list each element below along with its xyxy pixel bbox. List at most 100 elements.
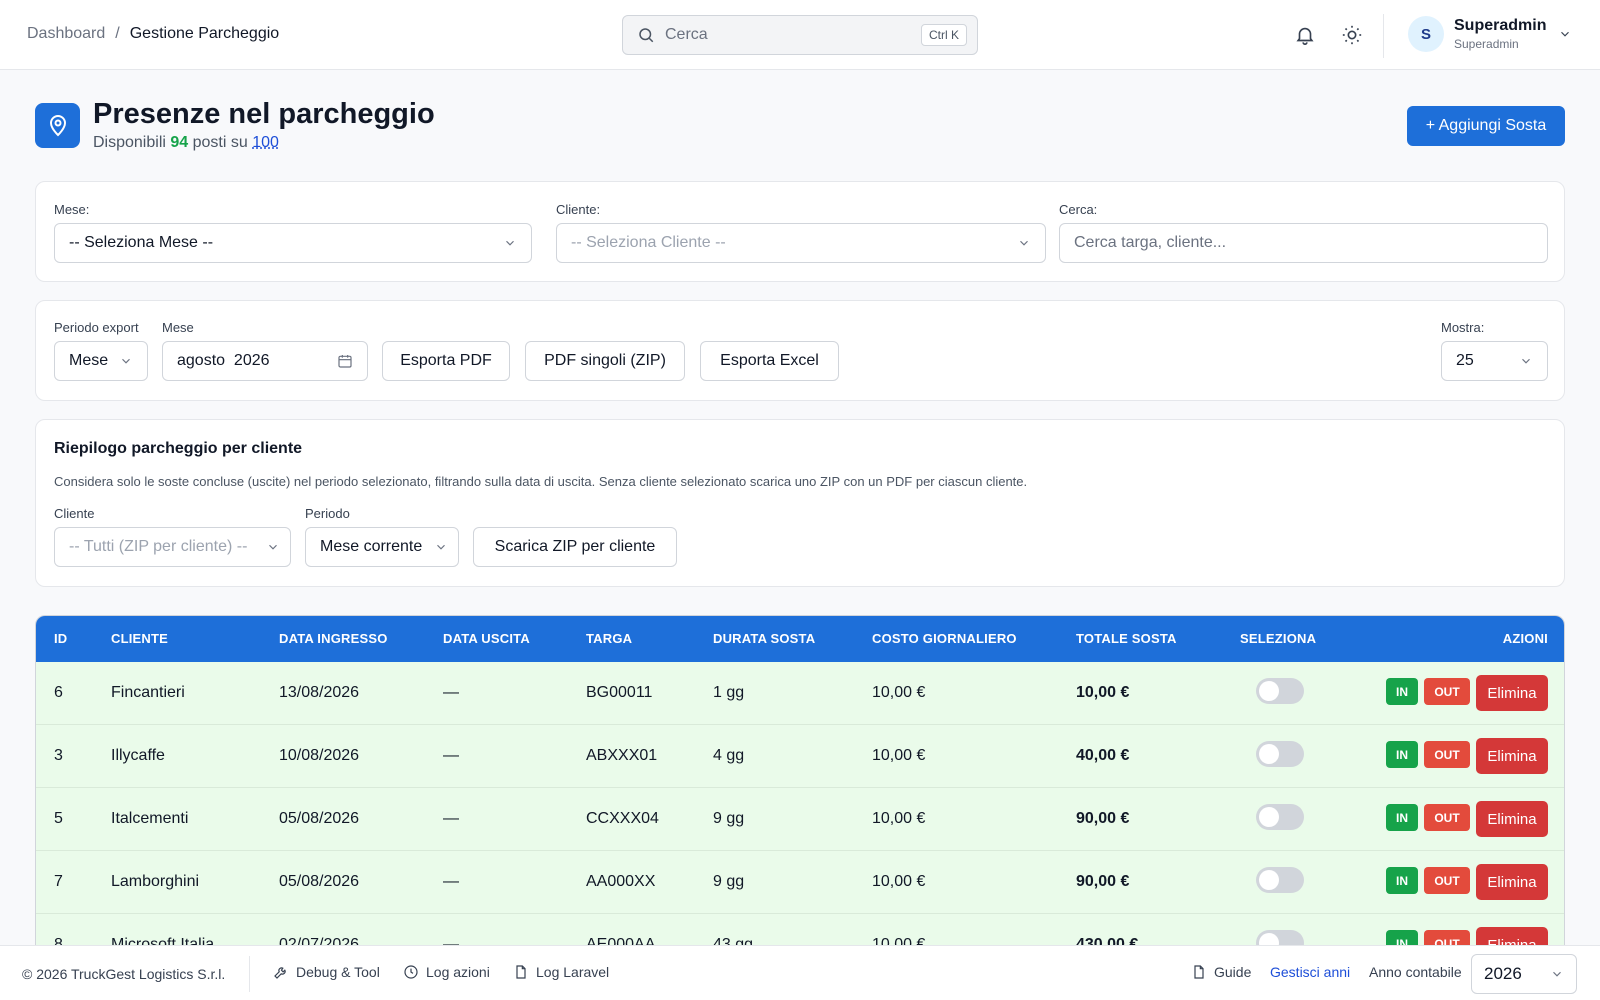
in-button[interactable]: IN bbox=[1386, 678, 1418, 705]
export-period-select[interactable]: Mese bbox=[54, 341, 148, 381]
in-button[interactable]: IN bbox=[1386, 804, 1418, 831]
summary-client-select[interactable]: -- Tutti (ZIP per cliente) -- bbox=[54, 527, 291, 567]
delete-button[interactable]: Elimina bbox=[1476, 801, 1548, 837]
file-icon bbox=[1194, 965, 1204, 979]
select-toggle[interactable] bbox=[1256, 930, 1304, 945]
cell-total: 90,00 € bbox=[1076, 810, 1130, 827]
toggle-knob bbox=[1259, 807, 1279, 827]
cell-entry-date: 13/08/2026 bbox=[279, 684, 360, 701]
out-button[interactable]: OUT bbox=[1424, 867, 1470, 894]
user-menu[interactable]: S Superadmin Superadmin bbox=[1408, 16, 1572, 52]
page-size-select[interactable]: 25 bbox=[1441, 341, 1548, 381]
col-actions: AZIONI bbox=[1502, 631, 1548, 646]
in-button[interactable]: IN bbox=[1386, 867, 1418, 894]
download-zip-per-client-button[interactable]: Scarica ZIP per cliente bbox=[473, 527, 677, 567]
cell-daily-cost: 10,00 € bbox=[872, 684, 926, 701]
user-name: Superadmin bbox=[1454, 17, 1547, 34]
summary-client-value: -- Tutti (ZIP per cliente) -- bbox=[69, 538, 248, 555]
out-button[interactable]: OUT bbox=[1424, 804, 1470, 831]
guide-link[interactable]: Guide bbox=[1191, 964, 1251, 980]
col-total[interactable]: TOTALE SOSTA bbox=[1076, 631, 1177, 646]
chevron-down-icon bbox=[506, 240, 514, 246]
toggle-knob bbox=[1259, 933, 1279, 945]
month-filter-label: Mese: bbox=[54, 202, 90, 217]
bell-icon[interactable] bbox=[1294, 24, 1316, 46]
chevron-down-icon bbox=[1561, 31, 1570, 37]
file-icon bbox=[516, 965, 526, 979]
col-exit-date[interactable]: DATA USCITA bbox=[443, 631, 530, 646]
col-plate[interactable]: TARGA bbox=[586, 631, 632, 646]
export-period-label: Periodo export bbox=[54, 320, 139, 335]
export-month-value: agosto 2026 bbox=[177, 352, 270, 369]
log-actions-label: Log azioni bbox=[426, 964, 490, 980]
breadcrumb-separator: / bbox=[115, 25, 120, 42]
sun-icon[interactable] bbox=[1341, 24, 1363, 46]
page-title: Presenze nel parcheggio bbox=[93, 98, 435, 130]
cell-client: Lamborghini bbox=[111, 873, 200, 890]
export-zip-button[interactable]: PDF singoli (ZIP) bbox=[525, 341, 685, 381]
page-size-value: 25 bbox=[1456, 352, 1474, 369]
copyright-text: © 2026 TruckGest Logistics S.r.l. bbox=[22, 966, 226, 982]
calendar-icon[interactable] bbox=[337, 353, 353, 369]
delete-button[interactable]: Elimina bbox=[1476, 738, 1548, 774]
summary-period-value: Mese corrente bbox=[320, 538, 423, 555]
tools-icon bbox=[274, 967, 286, 979]
debug-tool-link[interactable]: Debug & Tool bbox=[273, 964, 380, 980]
add-parking-button[interactable]: + Aggiungi Sosta bbox=[1407, 106, 1565, 146]
manage-years-link[interactable]: Gestisci anni bbox=[1270, 964, 1350, 980]
cell-id: 8 bbox=[54, 936, 63, 945]
col-duration[interactable]: DURATA SOSTA bbox=[713, 631, 815, 646]
cell-duration: 9 gg bbox=[713, 810, 745, 827]
log-actions-link[interactable]: Log azioni bbox=[403, 964, 490, 980]
table-row: 5 Italcementi 05/08/2026 — CCXXX04 9 gg 10,00 … bbox=[36, 788, 1564, 851]
out-button[interactable]: OUT bbox=[1424, 930, 1470, 945]
breadcrumb-current: Gestione Parcheggio bbox=[129, 25, 280, 42]
select-toggle[interactable] bbox=[1256, 741, 1304, 767]
show-label: Mostra: bbox=[1441, 320, 1485, 335]
table-row: 8 Microsoft Italia 02/07/2026 — AE000AA 43 gg… bbox=[36, 914, 1564, 945]
cell-exit-date: — bbox=[443, 747, 459, 764]
summary-client-label: Cliente bbox=[54, 506, 95, 521]
cell-entry-date: 05/08/2026 bbox=[279, 810, 360, 827]
client-filter-value: -- Seleziona Cliente -- bbox=[571, 234, 726, 251]
cell-exit-date: — bbox=[443, 810, 459, 827]
delete-button[interactable]: Elimina bbox=[1476, 864, 1548, 900]
col-select: SELEZIONA bbox=[1240, 631, 1317, 646]
col-id[interactable]: ID bbox=[54, 631, 67, 646]
export-period-value: Mese bbox=[69, 352, 109, 369]
select-toggle[interactable] bbox=[1256, 804, 1304, 830]
out-button[interactable]: OUT bbox=[1424, 678, 1470, 705]
toggle-knob bbox=[1259, 870, 1279, 890]
client-filter-select[interactable]: -- Seleziona Cliente -- bbox=[556, 223, 1046, 263]
cell-client: Italcementi bbox=[111, 810, 189, 827]
select-toggle[interactable] bbox=[1256, 867, 1304, 893]
parking-table: ID CLIENTE DATA INGRESSO DATA USCITA TAR… bbox=[35, 615, 1565, 945]
col-client[interactable]: CLIENTE bbox=[111, 631, 168, 646]
export-month-picker[interactable]: agosto 2026 bbox=[162, 341, 368, 381]
select-toggle[interactable] bbox=[1256, 678, 1304, 704]
cell-plate: ABXXX01 bbox=[586, 747, 658, 764]
in-button[interactable]: IN bbox=[1386, 741, 1418, 768]
log-laravel-link[interactable]: Log Laravel bbox=[513, 964, 609, 980]
breadcrumb-dashboard-link[interactable]: Dashboard bbox=[27, 25, 105, 43]
summary-period-select[interactable]: Mese corrente bbox=[305, 527, 459, 567]
month-filter-select[interactable]: -- Seleziona Mese -- bbox=[54, 223, 532, 263]
cell-total: 40,00 € bbox=[1076, 747, 1130, 764]
cell-duration: 43 gg bbox=[713, 936, 754, 945]
col-daily-cost[interactable]: COSTO GIORNALIERO bbox=[872, 631, 1017, 646]
in-button[interactable]: IN bbox=[1386, 930, 1418, 945]
delete-button[interactable]: Elimina bbox=[1476, 675, 1548, 711]
search-filter-input[interactable]: Cerca targa, cliente... bbox=[1059, 223, 1548, 263]
global-search[interactable]: Cerca Ctrl K bbox=[622, 15, 978, 55]
export-excel-button[interactable]: Esporta Excel bbox=[700, 341, 839, 381]
out-button[interactable]: OUT bbox=[1424, 741, 1470, 768]
fiscal-year-select[interactable]: 2026 bbox=[1471, 954, 1577, 994]
cell-total: 10,00 € bbox=[1076, 684, 1130, 701]
cell-duration: 1 gg bbox=[713, 684, 745, 701]
toggle-knob bbox=[1259, 681, 1279, 701]
cell-entry-date: 02/07/2026 bbox=[279, 936, 360, 945]
col-entry-date[interactable]: DATA INGRESSO bbox=[279, 631, 388, 646]
chevron-down-icon bbox=[1020, 240, 1028, 246]
export-pdf-button[interactable]: Esporta PDF bbox=[382, 341, 510, 381]
delete-button[interactable]: Elimina bbox=[1476, 927, 1548, 945]
